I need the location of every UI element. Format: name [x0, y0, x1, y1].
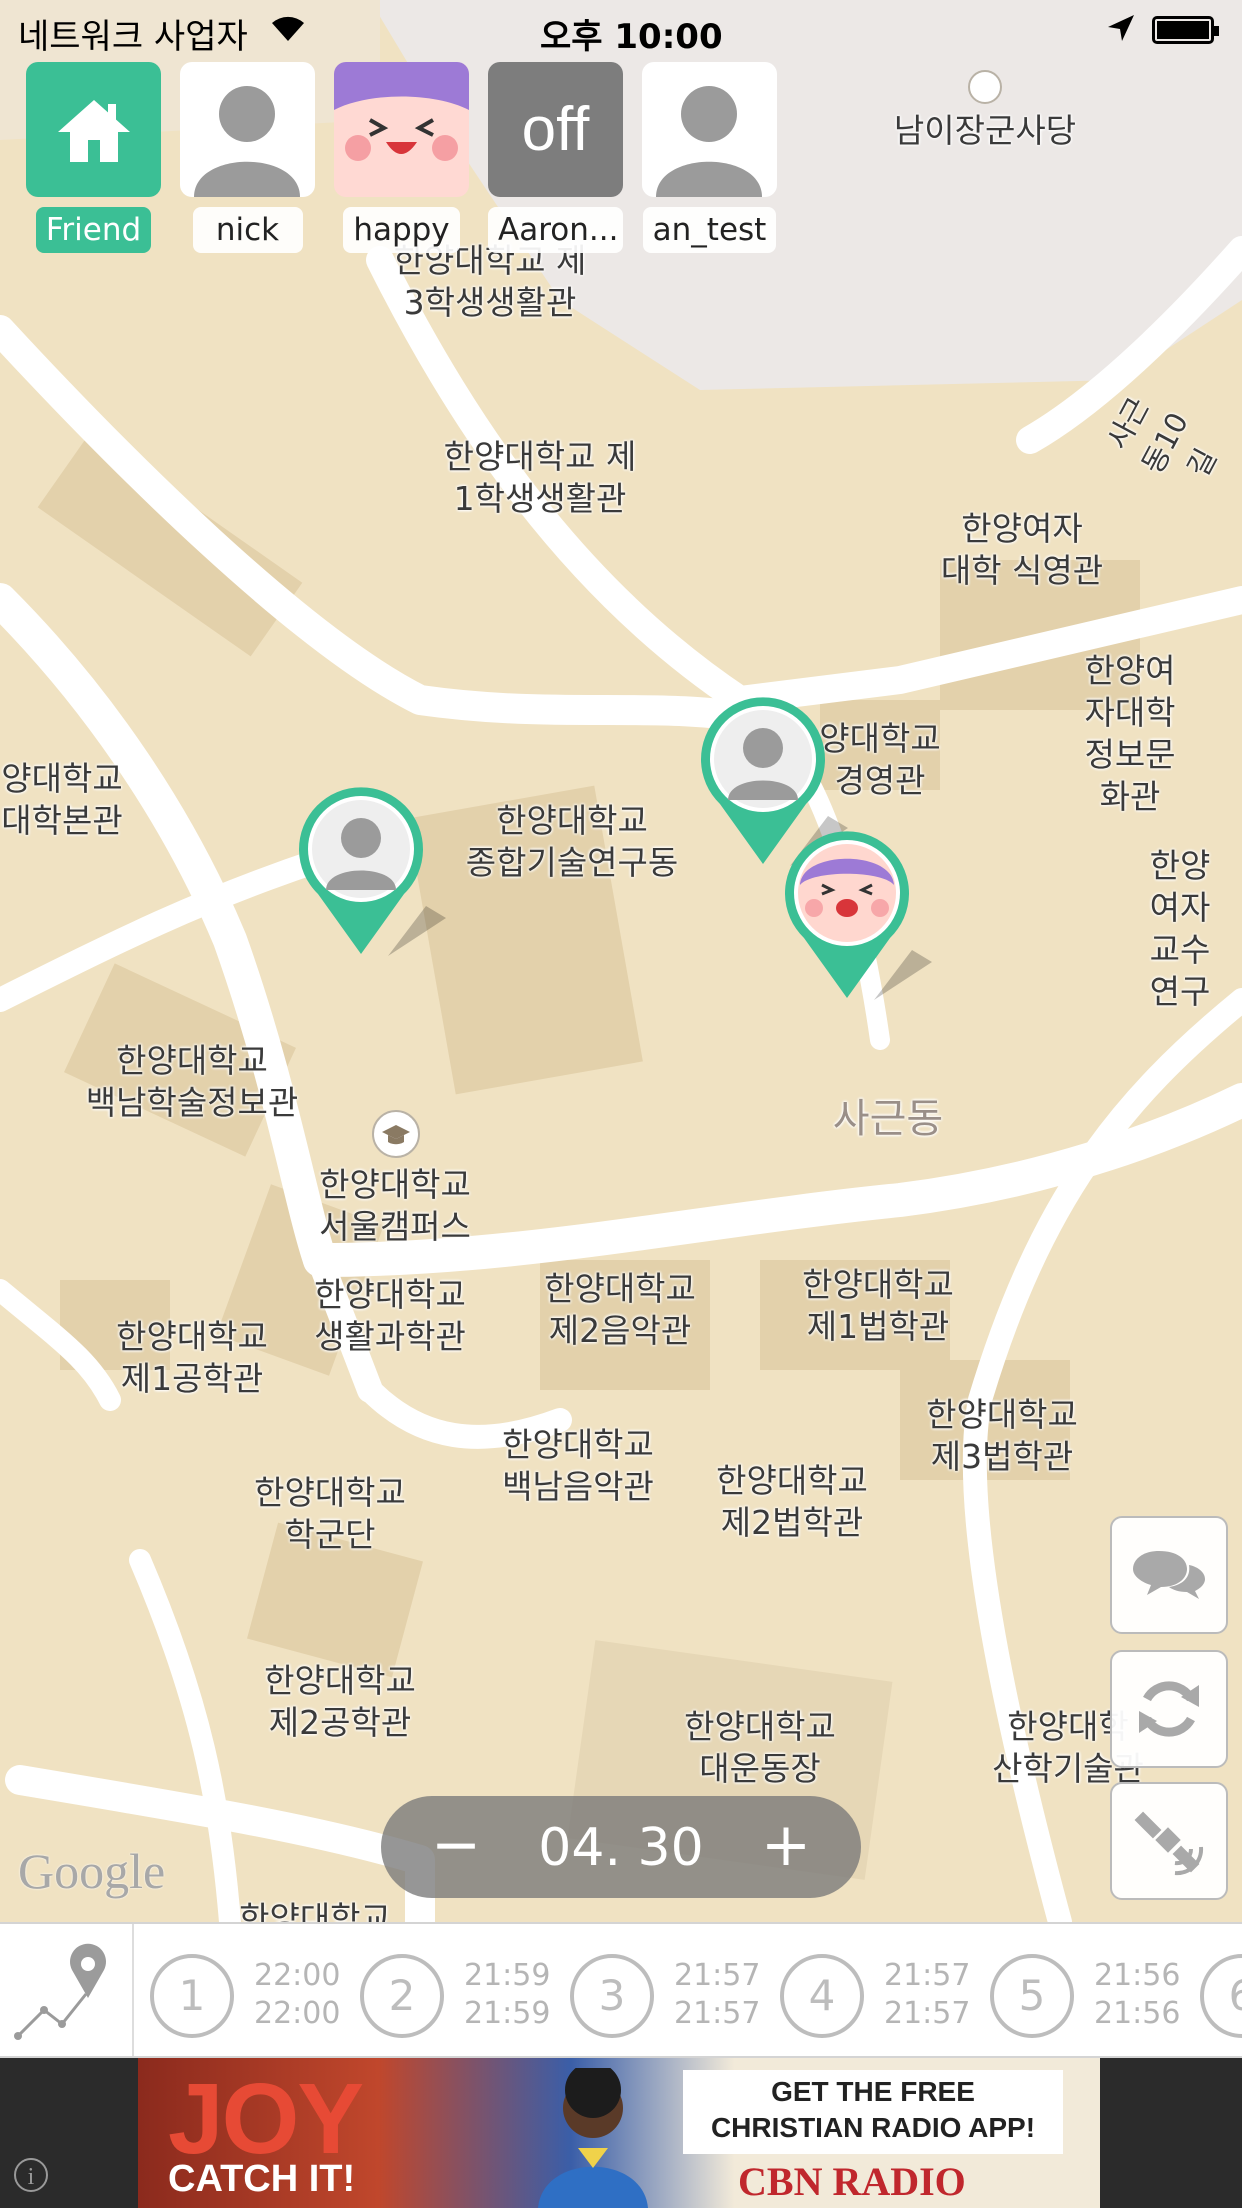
timeline-number: 1 [150, 1954, 234, 2038]
happy-location-pin[interactable] [782, 830, 932, 1000]
ad-promo-box: GET THE FREE CHRISTIAN RADIO APP! [683, 2070, 1063, 2154]
refresh-icon [1139, 1681, 1199, 1737]
map-label: 한양대학교 백남학술정보관 [85, 1041, 299, 1122]
next-date-button[interactable]: + [751, 1810, 821, 1880]
previous-date-button[interactable]: − [421, 1810, 491, 1880]
timeline-item[interactable]: 6 [1200, 1924, 1242, 2056]
timeline-item[interactable]: 4 21:57 21:57 [780, 1924, 990, 2056]
friend-name: happy [343, 207, 460, 253]
friend-tab-aaron[interactable]: off Aaron... [488, 62, 623, 253]
friend-name: nick [192, 207, 303, 253]
timeline-item[interactable]: 5 21:56 21:56 [990, 1924, 1200, 2056]
friend-name: Aaron... [488, 207, 623, 253]
ad-banner[interactable]: i JOY CATCH IT! GET THE FREE CHRISTIAN R… [0, 2058, 1242, 2208]
map-label: 한양대학교 제 1학생생활관 [443, 437, 637, 518]
map-label: 한양대학교 제2음악관 [544, 1269, 696, 1350]
friend-name: an_test [642, 207, 777, 253]
map-label: 남이장군사당 [893, 111, 1077, 150]
friends-bar: Friend nick happy off Aaron... an_test [26, 62, 777, 253]
timeline-end-time: 21:56 [1094, 1996, 1181, 2031]
timeline-start-time: 22:00 [254, 1958, 341, 1993]
timeline-start-time: 21:57 [674, 1958, 761, 1993]
home-icon [26, 62, 161, 197]
friend-tab-friend[interactable]: Friend [26, 62, 161, 253]
timeline-item[interactable]: 1 22:00 22:00 [150, 1924, 360, 2056]
battery-icon [1152, 16, 1219, 44]
satellite-view-button[interactable] [1110, 1782, 1228, 1900]
poi-marker-icon[interactable] [968, 70, 1002, 104]
default-user-icon [642, 62, 777, 197]
friend-location-pin[interactable] [296, 786, 446, 956]
map-label: 한양대학교 제1공학관 [116, 1317, 268, 1398]
ad-promo-line: CHRISTIAN RADIO APP! [710, 2112, 1036, 2143]
ad-brand: CBN RADIO [738, 2159, 966, 2204]
map-label: 한양대학교 학군단 [254, 1473, 406, 1554]
map-label: 한양여자대학 정보문화관 [1084, 651, 1176, 816]
map-label: 양대학교 대학본관 [1, 759, 123, 840]
timeline-number: 6 [1200, 1954, 1242, 2038]
route-pin-icon [14, 1943, 106, 2040]
timeline-end-time: 21:59 [464, 1996, 551, 2031]
timeline-number: 5 [990, 1954, 1074, 2038]
friend-tab-happy[interactable]: happy [334, 62, 469, 253]
map-view[interactable]: 남이장군사당 한양대학교 제 3학생생활관 한양대학교 제 1학생생활관 한양여… [0, 0, 1242, 1922]
ad-person-image [538, 2068, 648, 2208]
happy-face-avatar [334, 62, 469, 197]
timeline-number: 2 [360, 1954, 444, 2038]
carrier-label: 네트워크 사업자 [18, 17, 248, 57]
map-label: 한양대학교 생활과학관 [314, 1275, 466, 1356]
timeline-start-time: 21:57 [884, 1958, 971, 1993]
timeline-number: 4 [780, 1954, 864, 2038]
refresh-button[interactable] [1110, 1650, 1228, 1768]
offline-status-avatar: off [488, 62, 623, 197]
timeline-number: 3 [570, 1954, 654, 2038]
default-user-icon [180, 62, 315, 197]
chat-button[interactable] [1110, 1516, 1228, 1634]
friend-name: Friend [35, 207, 152, 253]
map-label: 한양여자 교수연구 [1149, 846, 1211, 1011]
ad-tagline: CATCH IT! [168, 2158, 356, 2200]
map-label: 한양대학교 대운동장 [684, 1707, 836, 1788]
map-label: 한양대학교 [239, 1899, 391, 1922]
map-label: 한양대학교 제1법학관 [802, 1265, 954, 1346]
current-date: 04. 30 [538, 1818, 704, 1878]
university-marker-icon[interactable] [372, 1110, 420, 1158]
ad-info-icon[interactable]: i [14, 2158, 48, 2192]
location-arrow-icon [1106, 12, 1136, 52]
map-label: 한양대학교 백남음악관 [502, 1425, 654, 1506]
location-timeline: 1 22:00 22:00 2 21:59 21:59 3 21:57 21:5… [0, 1922, 1242, 2058]
timeline-start-time: 21:56 [1094, 1958, 1181, 1993]
timeline-end-time: 21:57 [674, 1996, 761, 2031]
google-logo: Google [18, 1843, 166, 1899]
satellite-icon [1134, 1811, 1204, 1876]
route-button[interactable] [0, 1924, 134, 2056]
clock: 오후 10:00 [540, 17, 723, 57]
map-label: 한양여자 대학 식영관 [940, 509, 1104, 590]
timeline-item[interactable]: 3 21:57 21:57 [570, 1924, 780, 2056]
timeline-start-time: 21:59 [464, 1958, 551, 1993]
map-label: 한양대학교 제2법학관 [716, 1461, 868, 1542]
map-label: 한양대학교 제3법학관 [926, 1395, 1078, 1476]
timeline-track: 1 22:00 22:00 2 21:59 21:59 3 21:57 21:5… [150, 1924, 1242, 2056]
timeline-end-time: 22:00 [254, 1996, 341, 2031]
wifi-icon [268, 12, 308, 52]
timeline-end-time: 21:57 [884, 1996, 971, 2031]
ad-promo-line: GET THE FREE [771, 2076, 975, 2107]
map-label: 한양대학교 서울캠퍼스 [319, 1165, 471, 1246]
map-label: 한양대학교 제2공학관 [264, 1661, 416, 1742]
map-label: 한양대학교 종합기술연구동 [465, 801, 679, 882]
map-roads [0, 0, 1242, 1922]
friend-tab-nick[interactable]: nick [180, 62, 315, 253]
friend-tab-an-test[interactable]: an_test [642, 62, 777, 253]
timeline-item[interactable]: 2 21:59 21:59 [360, 1924, 570, 2056]
ad-creative[interactable]: JOY CATCH IT! GET THE FREE CHRISTIAN RAD… [138, 2058, 1100, 2208]
chat-bubbles-icon [1133, 1551, 1205, 1599]
district-label: 사근동 [832, 1096, 944, 1142]
status-bar: 네트워크 사업자 오후 10:00 [0, 0, 1242, 60]
date-selector: − 04. 30 + [381, 1796, 861, 1898]
